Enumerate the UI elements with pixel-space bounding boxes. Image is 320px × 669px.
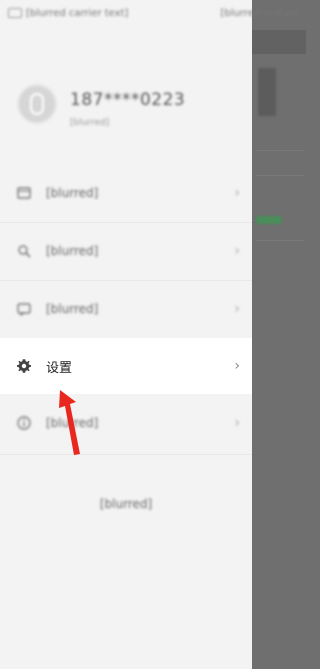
gear-icon (16, 358, 32, 374)
carrier-text: [blurred carrier text] (26, 7, 129, 19)
background-divider (256, 240, 304, 241)
side-drawer: 187****0223 [blurred] [blurred] › [blurr… (0, 0, 252, 669)
message-icon (16, 301, 32, 317)
menu-item-label: [blurred] (46, 186, 99, 200)
status-bar: [blurred carrier text] [blurred status] (0, 0, 306, 26)
divider (0, 454, 252, 455)
profile-subtitle: [blurred] (70, 118, 110, 128)
profile-header[interactable]: 187****0223 [blurred] (0, 60, 252, 140)
status-indicators: [blurred status] (220, 7, 299, 19)
avatar[interactable] (17, 84, 57, 124)
logout-button[interactable]: [blurred] (0, 480, 252, 528)
background-block (258, 68, 276, 116)
status-right: [blurred status] (221, 8, 299, 19)
chevron-right-icon: › (234, 415, 240, 431)
carrier-icon (8, 8, 22, 18)
card-icon (16, 185, 32, 201)
screen: [blurred carrier text] [blurred status] … (0, 0, 306, 669)
menu-item-label: 设置 (46, 360, 73, 376)
background-accent-text (256, 216, 282, 224)
menu-item-label: [blurred] (46, 244, 99, 258)
profile-phone: 187****0223 (70, 90, 186, 110)
background-header (252, 30, 306, 54)
red-pointer-arrow-icon (59, 390, 80, 455)
menu-item-search[interactable]: [blurred] › (0, 222, 252, 280)
info-icon (16, 415, 32, 431)
chevron-right-icon: › (234, 301, 240, 317)
menu-item-label: [blurred] (46, 302, 99, 316)
chevron-right-icon: › (234, 185, 240, 201)
menu-item-settings[interactable]: 设置 › (0, 338, 252, 394)
drawer-menu: [blurred] › [blurred] › [blurred] › 设置 ›… (0, 164, 252, 455)
search-icon (16, 243, 32, 259)
menu-item-about[interactable]: [blurred] › (0, 394, 252, 452)
chevron-right-icon: › (234, 243, 240, 259)
menu-item-card[interactable]: [blurred] › (0, 164, 252, 222)
background-divider (256, 175, 304, 176)
user-icon (30, 93, 44, 115)
chevron-right-icon: › (234, 358, 240, 374)
background-divider (256, 150, 304, 151)
status-left: [blurred carrier text] (8, 8, 128, 19)
menu-item-messages[interactable]: [blurred] › (0, 280, 252, 338)
